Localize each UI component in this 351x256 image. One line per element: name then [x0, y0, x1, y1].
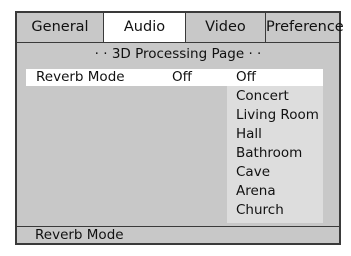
tab-general[interactable]: General	[17, 13, 104, 42]
option-label: Living Room	[236, 107, 319, 123]
status-text: Reverb Mode	[35, 227, 124, 243]
option-living-room[interactable]: Living Room	[227, 107, 323, 124]
setting-value: Off	[172, 69, 192, 85]
option-label: Hall	[236, 126, 262, 142]
page-title: · · 3D Processing Page · ·	[94, 46, 262, 62]
tab-audio[interactable]: Audio	[104, 13, 186, 42]
option-label: Arena	[236, 183, 276, 199]
setting-row-reverb-mode[interactable]: Reverb Mode Off	[26, 69, 227, 86]
tab-preference[interactable]: Preference	[266, 13, 344, 42]
option-label: Cave	[236, 164, 270, 180]
setup-menu: General Audio Video Preference · · 3D Pr…	[15, 11, 344, 245]
option-label: Church	[236, 202, 284, 218]
tab-video[interactable]: Video	[186, 13, 266, 42]
option-bathroom[interactable]: Bathroom	[227, 145, 323, 162]
reverb-options-list: Off Concert Living Room Hall Bathroom Ca…	[227, 69, 323, 223]
option-cave[interactable]: Cave	[227, 164, 323, 181]
option-label: Concert	[236, 88, 289, 104]
option-label: Bathroom	[236, 145, 303, 161]
option-concert[interactable]: Concert	[227, 88, 323, 105]
option-arena[interactable]: Arena	[227, 183, 323, 200]
option-hall[interactable]: Hall	[227, 126, 323, 143]
option-church[interactable]: Church	[227, 202, 323, 219]
option-off[interactable]: Off	[227, 69, 323, 86]
option-label: Off	[236, 69, 256, 85]
tab-bar: General Audio Video Preference	[17, 13, 344, 43]
status-bar: Reverb Mode	[17, 226, 339, 243]
setting-label: Reverb Mode	[36, 69, 125, 85]
